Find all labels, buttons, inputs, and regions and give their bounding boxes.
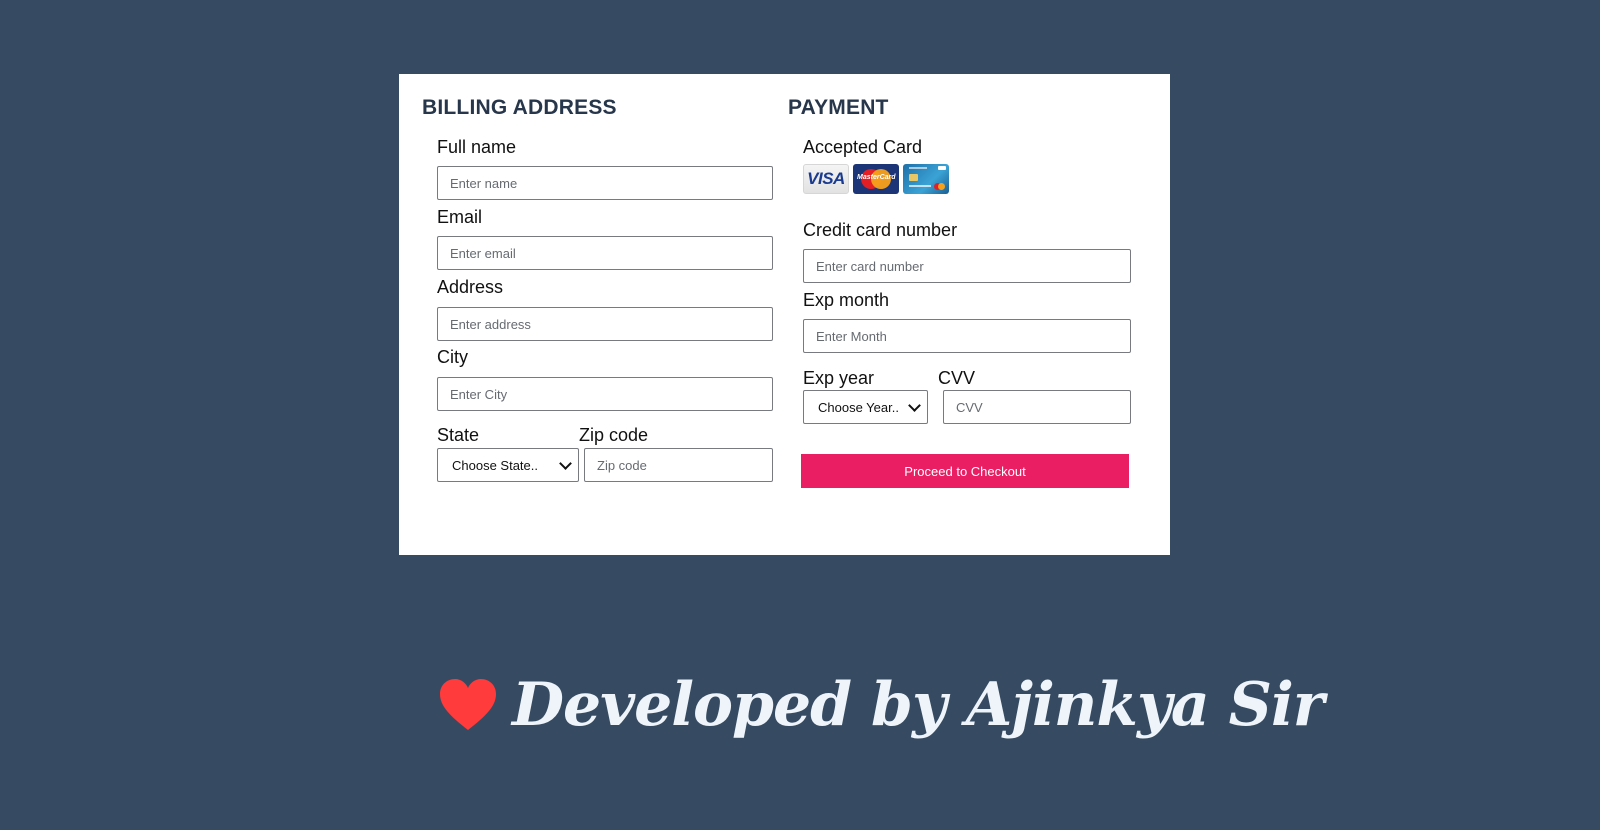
accepted-cards: VISA MasterCard (803, 164, 949, 194)
state-label: State (437, 425, 480, 445)
card-number-label: Credit card number (803, 220, 958, 240)
payment-title: PAYMENT (788, 96, 889, 119)
heart-icon (440, 679, 496, 730)
email-input[interactable] (437, 236, 773, 270)
card-number-input[interactable] (803, 249, 1131, 283)
city-input[interactable] (437, 377, 773, 411)
cvv-input[interactable] (943, 390, 1131, 424)
billing-address-title: BILLING ADDRESS (422, 96, 617, 119)
exp-year-select[interactable]: Choose Year.. (803, 390, 928, 424)
state-select[interactable]: Choose State.. (437, 448, 579, 482)
state-select-value: Choose State.. (452, 457, 538, 473)
chevron-down-icon (908, 398, 921, 412)
mastercard-card-icon: MasterCard (853, 164, 899, 194)
chevron-down-icon (559, 456, 572, 470)
mastercard-text: MasterCard (857, 174, 896, 181)
city-label: City (437, 347, 468, 367)
exp-year-label: Exp year (803, 368, 875, 388)
footer: Developed by Ajinkya Sir (438, 660, 1324, 750)
full-name-input[interactable] (437, 166, 773, 200)
zip-code-label: Zip code (579, 425, 649, 445)
generic-credit-card-icon (903, 164, 949, 194)
checkout-card: BILLING ADDRESS Full name Email Address … (399, 74, 1170, 555)
cvv-label: CVV (938, 368, 976, 388)
address-label: Address (437, 277, 504, 297)
email-label: Email (437, 207, 483, 227)
visa-text: VISA (807, 169, 845, 188)
proceed-to-checkout-button[interactable]: Proceed to Checkout (801, 454, 1129, 488)
address-input[interactable] (437, 307, 773, 341)
exp-month-label: Exp month (803, 290, 890, 310)
zip-code-input[interactable] (584, 448, 773, 482)
exp-year-select-value: Choose Year.. (818, 399, 899, 415)
full-name-label: Full name (437, 137, 517, 157)
visa-card-icon: VISA (803, 164, 849, 194)
accepted-card-label: Accepted Card (803, 137, 923, 157)
exp-month-input[interactable] (803, 319, 1131, 353)
developer-credit-text: Developed by Ajinkya Sir (512, 670, 1324, 740)
